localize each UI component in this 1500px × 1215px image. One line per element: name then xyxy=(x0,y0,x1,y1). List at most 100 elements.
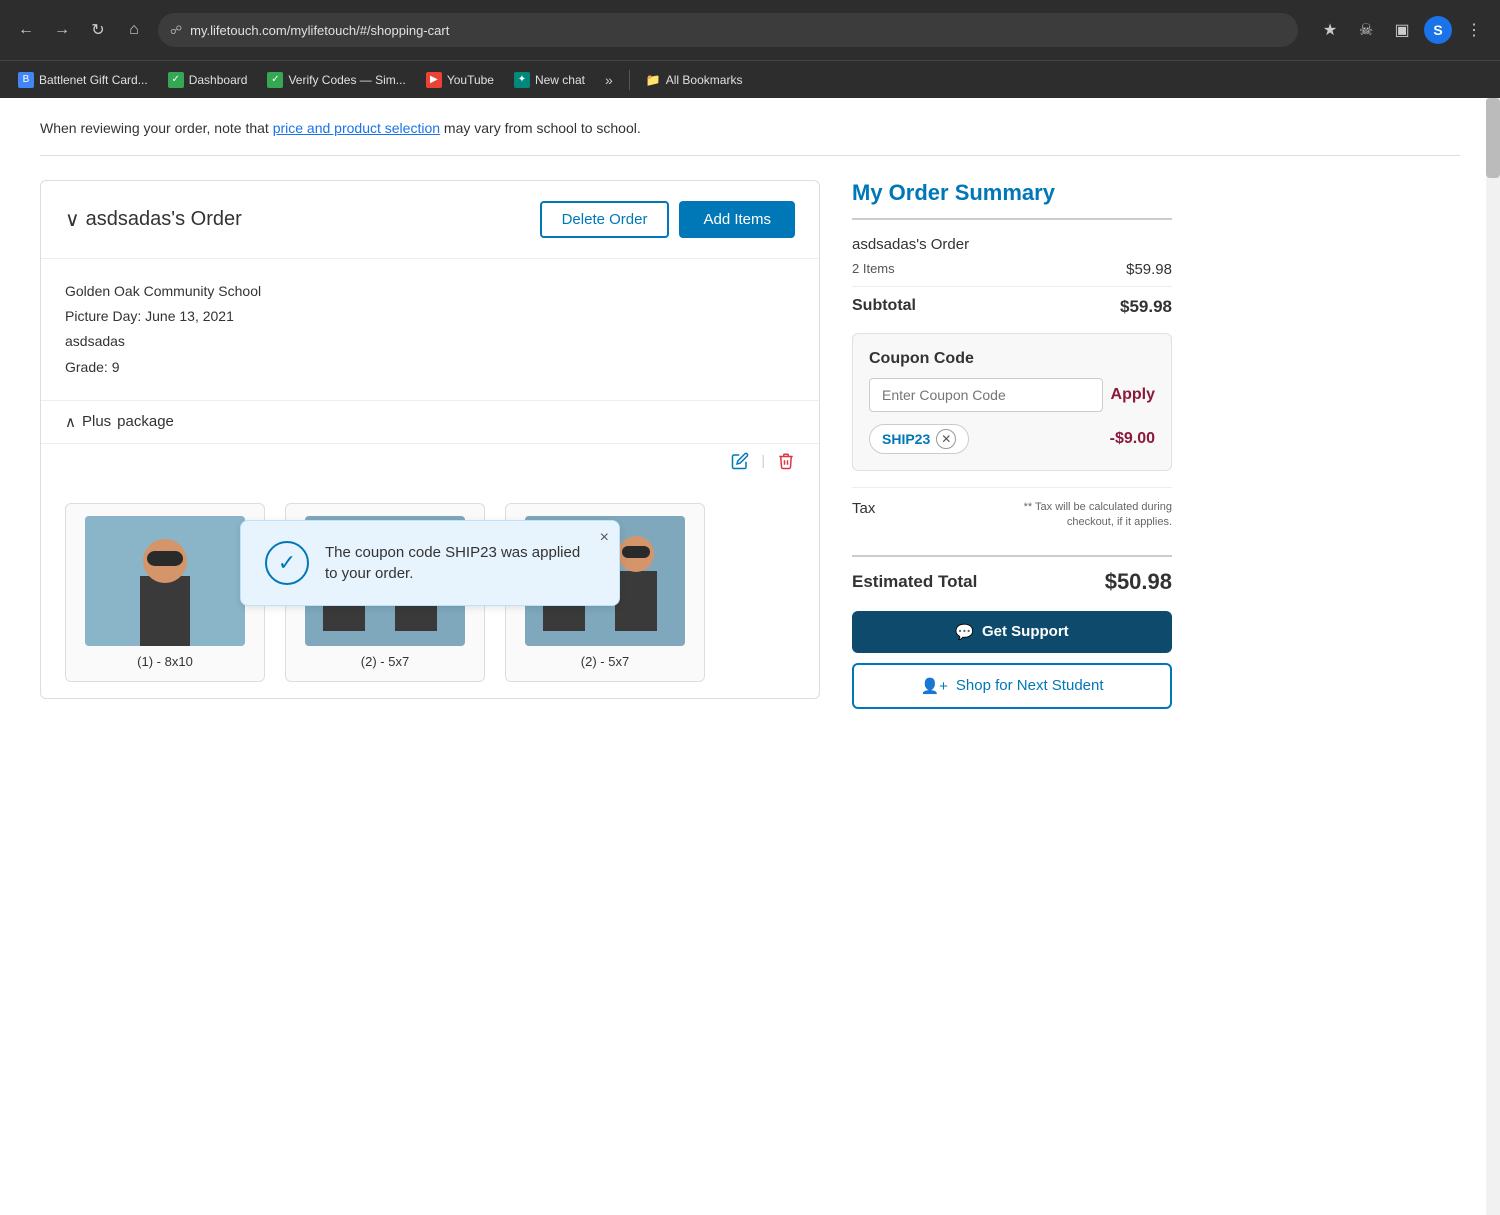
photo-0-label: (1) - 8x10 xyxy=(78,654,252,669)
summary-items-row: 2 Items $59.98 xyxy=(852,261,1172,278)
support-icon: 💬 xyxy=(955,623,974,641)
package-collapse-icon[interactable]: ∧ xyxy=(65,413,76,431)
coupon-discount-amount: -$9.00 xyxy=(1110,430,1155,448)
add-items-button[interactable]: Add Items xyxy=(679,201,795,238)
shop-next-label: Shop for Next Student xyxy=(956,677,1104,694)
shop-next-student-button[interactable]: 👤+ Shop for Next Student xyxy=(852,663,1172,709)
bookmark-battlenet[interactable]: B Battlenet Gift Card... xyxy=(10,68,156,92)
scrollbar[interactable] xyxy=(1486,98,1500,1215)
bookmark-dashboard-label: Dashboard xyxy=(189,73,248,87)
page-content: When reviewing your order, note that pri… xyxy=(0,98,1500,729)
bookmark-newchat-label: New chat xyxy=(535,73,585,87)
bookmark-verify[interactable]: ✓ Verify Codes — Sim... xyxy=(259,68,413,92)
notice-text: When reviewing your order, note that pri… xyxy=(40,118,1460,139)
notice-before: When reviewing your order, note that xyxy=(40,120,273,136)
summary-subtotal-row: Subtotal $59.98 xyxy=(852,286,1172,317)
bookmark-newchat[interactable]: ✦ New chat xyxy=(506,68,593,92)
edit-package-button[interactable] xyxy=(731,452,749,475)
order-card: ∨ asdsadas's Order Delete Order Add Item… xyxy=(40,180,820,699)
pipe-divider: | xyxy=(761,452,765,475)
package-icons-row: | xyxy=(41,443,819,487)
home-button[interactable]: ⌂ xyxy=(120,16,148,44)
summary-items-count: 2 Items xyxy=(852,261,895,278)
bookmarks-divider xyxy=(629,70,630,90)
bookmark-youtube-label: YouTube xyxy=(447,73,494,87)
bookmark-dashboard[interactable]: ✓ Dashboard xyxy=(160,68,256,92)
back-button[interactable]: ← xyxy=(12,16,40,44)
subtotal-amount: $59.98 xyxy=(1120,297,1172,317)
student-name: asdsadas xyxy=(65,329,795,354)
reload-button[interactable]: ↻ xyxy=(84,16,112,44)
order-title-row: ∨ asdsadas's Order xyxy=(65,207,242,232)
bookmarks-bar: B Battlenet Gift Card... ✓ Dashboard ✓ V… xyxy=(0,60,1500,98)
package-header: ∧ Plus package xyxy=(41,400,819,443)
bookmark-star-button[interactable]: ★ xyxy=(1316,16,1344,44)
subtotal-label: Subtotal xyxy=(852,297,916,317)
browser-chrome: ← → ↻ ⌂ ☍ my.lifetouch.com/mylifetouch/#… xyxy=(0,0,1500,60)
bookmark-verify-label: Verify Codes — Sim... xyxy=(288,73,405,87)
estimated-label: Estimated Total xyxy=(852,572,977,592)
security-icon: ☍ xyxy=(170,23,182,37)
main-layout: ∨ asdsadas's Order Delete Order Add Item… xyxy=(40,180,1460,709)
scrollbar-thumb[interactable] xyxy=(1486,98,1500,178)
tax-label: Tax xyxy=(852,500,875,517)
shield-icon[interactable]: ☠ xyxy=(1352,16,1380,44)
package-label: Plus xyxy=(82,413,111,430)
profile-avatar[interactable]: S xyxy=(1424,16,1452,44)
youtube-favicon: ▶ xyxy=(426,72,442,88)
order-title-text: asdsadas's Order xyxy=(86,208,242,231)
bookmark-battlenet-label: Battlenet Gift Card... xyxy=(39,73,148,87)
folder-icon: 📁 xyxy=(646,73,661,87)
student-info: Golden Oak Community School Picture Day:… xyxy=(65,279,795,380)
tax-row: Tax ** Tax will be calculated during che… xyxy=(852,487,1172,543)
summary-order-title-row: asdsadas's Order xyxy=(852,236,1172,253)
verify-favicon: ✓ xyxy=(267,72,283,88)
bookmarks-more-button[interactable]: » xyxy=(597,68,621,92)
coupon-tag-row: SHIP23 ✕ -$9.00 xyxy=(869,424,1155,454)
order-summary: My Order Summary asdsadas's Order 2 Item… xyxy=(852,180,1172,709)
estimated-amount: $50.98 xyxy=(1105,569,1172,595)
coupon-applied-popup: × ✓ The coupon code SHIP23 was applied t… xyxy=(240,520,620,606)
coupon-input-field[interactable] xyxy=(869,378,1103,412)
coupon-tag: SHIP23 ✕ xyxy=(869,424,969,454)
notice-link[interactable]: price and product selection xyxy=(273,120,440,136)
summary-title: My Order Summary xyxy=(852,180,1172,206)
browser-actions: ★ ☠ ▣ S ⋮ xyxy=(1316,16,1488,44)
apply-coupon-button[interactable]: Apply xyxy=(1111,378,1155,412)
nav-buttons: ← → ↻ ⌂ xyxy=(12,16,148,44)
bookmark-youtube[interactable]: ▶ YouTube xyxy=(418,68,502,92)
bookmarks-all-label: All Bookmarks xyxy=(666,73,743,87)
coupon-box: Coupon Code Apply SHIP23 ✕ -$9.00 xyxy=(852,333,1172,471)
remove-coupon-button[interactable]: ✕ xyxy=(936,429,956,449)
order-header: ∨ asdsadas's Order Delete Order Add Item… xyxy=(41,181,819,259)
popup-check-icon: ✓ xyxy=(265,541,309,585)
package-type: package xyxy=(117,413,174,430)
person-add-icon: 👤+ xyxy=(920,677,947,695)
grade: Grade: 9 xyxy=(65,355,795,380)
forward-button[interactable]: → xyxy=(48,16,76,44)
get-support-button[interactable]: 💬 Get Support xyxy=(852,611,1172,653)
coupon-section-title: Coupon Code xyxy=(869,350,1155,368)
order-section: ∨ asdsadas's Order Delete Order Add Item… xyxy=(40,180,820,699)
popup-close-button[interactable]: × xyxy=(600,529,609,547)
delete-order-button[interactable]: Delete Order xyxy=(540,201,670,238)
newchat-favicon: ✦ xyxy=(514,72,530,88)
url-text: my.lifetouch.com/mylifetouch/#/shopping-… xyxy=(190,23,1286,38)
notice-after: may vary from school to school. xyxy=(440,120,641,136)
photo-1-label: (2) - 5x7 xyxy=(298,654,472,669)
address-bar[interactable]: ☍ my.lifetouch.com/mylifetouch/#/shoppin… xyxy=(158,13,1298,47)
page-divider xyxy=(40,155,1460,156)
get-support-label: Get Support xyxy=(982,623,1069,640)
estimated-total-row: Estimated Total $50.98 xyxy=(852,555,1172,595)
bookmarks-all-button[interactable]: 📁 All Bookmarks xyxy=(638,69,751,91)
summary-items-price: $59.98 xyxy=(1126,261,1172,278)
delete-package-button[interactable] xyxy=(777,452,795,475)
photo-0-image xyxy=(85,516,245,646)
popup-message: The coupon code SHIP23 was applied to yo… xyxy=(325,542,595,584)
menu-button[interactable]: ⋮ xyxy=(1460,16,1488,44)
order-collapse-icon[interactable]: ∨ xyxy=(65,207,80,232)
dashboard-favicon: ✓ xyxy=(168,72,184,88)
battlenet-favicon: B xyxy=(18,72,34,88)
photo-2-label: (2) - 5x7 xyxy=(518,654,692,669)
extensions-button[interactable]: ▣ xyxy=(1388,16,1416,44)
